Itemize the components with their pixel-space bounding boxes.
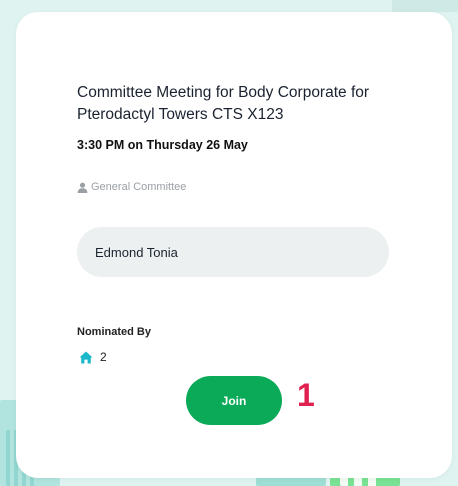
join-button[interactable]: Join <box>186 376 282 425</box>
meeting-card: Committee Meeting for Body Corporate for… <box>16 12 452 478</box>
meeting-datetime: 3:30 PM on Thursday 26 May <box>77 138 248 152</box>
committee-name: General Committee <box>91 181 187 193</box>
background-decoration <box>392 0 458 12</box>
candidate-name-field: Edmond Tonia <box>77 227 389 277</box>
user-icon <box>77 182 88 193</box>
committee-label: General Committee <box>77 181 186 193</box>
home-icon <box>79 351 93 364</box>
nominated-by-label: Nominated By <box>77 326 151 338</box>
step-marker: 1 <box>297 377 315 413</box>
nominated-by-row: 2 <box>79 350 107 364</box>
candidate-name: Edmond Tonia <box>95 244 178 260</box>
nomination-count: 2 <box>100 350 107 364</box>
meeting-title: Committee Meeting for Body Corporate for… <box>77 84 370 123</box>
